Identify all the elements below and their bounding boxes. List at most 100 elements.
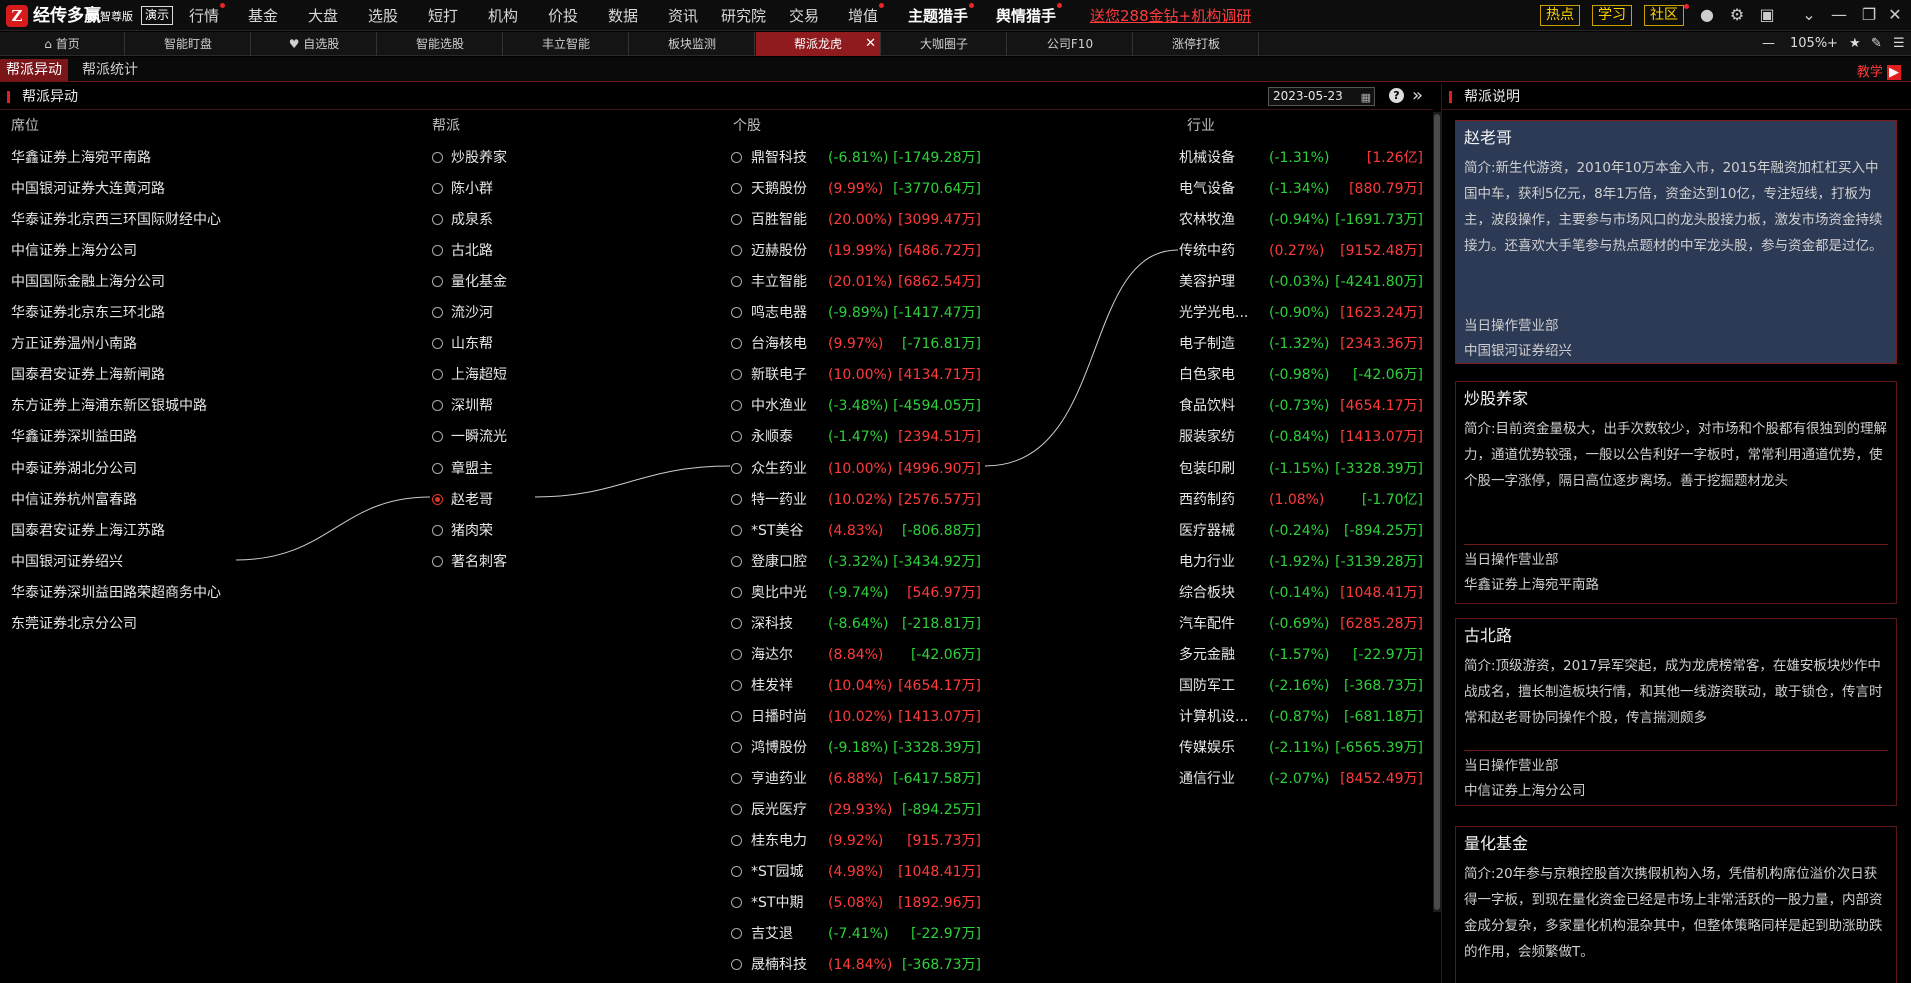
tab-fengli[interactable]: 丰立智能 xyxy=(504,32,629,56)
menu-short-trade[interactable]: 短打 xyxy=(428,5,458,27)
stock-item[interactable]: 登康口腔 (-3.32%) [-3434.92万] xyxy=(731,552,1001,572)
menu-sentiment-hunter[interactable]: 舆情猎手 xyxy=(996,3,1063,27)
chevron-down-icon[interactable]: ⌄ xyxy=(1798,4,1820,26)
seat-item[interactable]: 中国国际金融上海分公司 xyxy=(11,272,165,292)
menu-news[interactable]: 资讯 xyxy=(668,5,698,27)
radio-icon[interactable] xyxy=(731,835,742,847)
subtab-faction-moves[interactable]: 帮派异动 xyxy=(0,59,68,81)
radio-icon[interactable] xyxy=(731,307,742,319)
radio-icon[interactable] xyxy=(432,462,443,474)
stock-item[interactable]: 特一药业 (10.02%) [2576.57万] xyxy=(731,490,1001,510)
seat-item[interactable]: 华泰证券北京东三环北路 xyxy=(11,303,165,323)
restore-icon[interactable]: ❐ xyxy=(1858,4,1880,26)
double-chevron-right-icon[interactable]: » xyxy=(1412,84,1423,108)
faction-card[interactable]: 炒股养家 简介:目前资金量极大，出手次数较少，对市场和个股都有很独到的理解力，通… xyxy=(1455,381,1897,604)
zoom-out-icon[interactable]: — xyxy=(1762,32,1775,56)
date-picker[interactable]: 2023-05-23 ▦ xyxy=(1268,87,1375,106)
radio-icon[interactable] xyxy=(432,555,443,567)
radio-icon[interactable] xyxy=(731,866,742,878)
menu-research[interactable]: 研究院 xyxy=(721,5,766,27)
menu-stock-pick[interactable]: 选股 xyxy=(368,5,398,27)
main-scrollbar[interactable] xyxy=(1433,112,1441,912)
faction-card[interactable]: 赵老哥 简介:新生代游资，2010年10万本金入市，2015年融资加杠杠买入中国… xyxy=(1455,120,1897,364)
stock-item[interactable]: 永顺泰 (-1.47%) [2394.51万] xyxy=(731,427,1001,447)
radio-icon[interactable] xyxy=(432,431,443,443)
menu-data[interactable]: 数据 xyxy=(608,5,638,27)
radio-icon[interactable] xyxy=(432,245,443,257)
faction-item[interactable]: 炒股养家 xyxy=(432,148,507,168)
radio-icon[interactable] xyxy=(731,648,742,660)
promo-link[interactable]: 送您288金钻+机构调研 xyxy=(1090,5,1251,27)
tab-watchlist[interactable]: ♥ 自选股 xyxy=(252,32,377,56)
radio-icon[interactable] xyxy=(731,431,742,443)
radio-icon[interactable] xyxy=(432,493,443,505)
tab-influencer[interactable]: 大咖圈子 xyxy=(882,32,1007,56)
stock-item[interactable]: 新联电子 (10.00%) [4134.71万] xyxy=(731,365,1001,385)
stock-item[interactable]: 亨迪药业 (6.88%) [-6417.58万] xyxy=(731,769,1001,789)
radio-icon[interactable] xyxy=(432,369,443,381)
window-layout-icon[interactable]: ▣ xyxy=(1756,4,1778,26)
radio-icon[interactable] xyxy=(731,152,742,163)
stock-item[interactable]: 丰立智能 (20.01%) [6862.54万] xyxy=(731,272,1001,292)
menu-institution[interactable]: 机构 xyxy=(488,5,518,27)
tab-smart-watch[interactable]: 智能盯盘 xyxy=(126,32,251,56)
tab-home[interactable]: ⌂ 首页 xyxy=(0,32,125,56)
stock-item[interactable]: 鸣志电器 (-9.89%) [-1417.47万] xyxy=(731,303,1001,323)
faction-item[interactable]: 章盟主 xyxy=(432,459,493,479)
stock-item[interactable]: 桂东电力 (9.92%) [915.73万] xyxy=(731,831,1001,851)
menu-value-added[interactable]: 增值 xyxy=(848,3,885,27)
faction-item[interactable]: 流沙河 xyxy=(432,303,493,323)
close-icon[interactable]: ✕ xyxy=(1884,4,1906,26)
tab-sector-monitor[interactable]: 板块监测 xyxy=(630,32,755,56)
faction-item[interactable]: 深圳帮 xyxy=(432,396,493,416)
stock-item[interactable]: 深科技 (-8.64%) [-218.81万] xyxy=(731,614,1001,634)
teach-link[interactable]: 教学 ▶ xyxy=(1857,61,1901,80)
radio-icon[interactable] xyxy=(731,245,742,257)
stock-item[interactable]: 迈赫股份 (19.99%) [6486.72万] xyxy=(731,241,1001,261)
radio-icon[interactable] xyxy=(731,710,742,722)
menu-market[interactable]: 大盘 xyxy=(308,5,338,27)
radio-icon[interactable] xyxy=(731,741,742,753)
tab-f10[interactable]: 公司F10 xyxy=(1008,32,1133,56)
radio-icon[interactable] xyxy=(731,617,742,629)
stock-item[interactable]: 吉艾退 (-7.41%) [-22.97万] xyxy=(731,924,1001,944)
faction-item[interactable]: 上海超短 xyxy=(432,365,507,385)
faction-card[interactable]: 古北路 简介:顶级游资，2017异军突起，成为龙虎榜常客，在雄安板块炒作中战成名… xyxy=(1455,618,1897,806)
stock-item[interactable]: 奥比中光 (-9.74%) [546.97万] xyxy=(731,583,1001,603)
radio-icon[interactable] xyxy=(731,183,742,195)
stock-item[interactable]: 天鹅股份 (9.99%) [-3770.64万] xyxy=(731,179,1001,199)
minimize-icon[interactable]: — xyxy=(1828,4,1850,26)
stock-item[interactable]: 众生药业 (10.00%) [4996.90万] xyxy=(731,459,1001,479)
seat-item[interactable]: 中泰证券湖北分公司 xyxy=(11,459,137,479)
seat-item[interactable]: 华泰证券深圳益田路荣超商务中心 xyxy=(11,583,221,603)
radio-icon[interactable] xyxy=(731,679,742,691)
faction-item[interactable]: 山东帮 xyxy=(432,334,493,354)
pen-icon[interactable]: ✎ xyxy=(1871,32,1882,56)
calendar-icon[interactable]: ▦ xyxy=(1361,89,1371,106)
radio-icon[interactable] xyxy=(731,276,742,288)
seat-item[interactable]: 华鑫证券深圳益田路 xyxy=(11,427,137,447)
radio-icon[interactable] xyxy=(731,804,742,816)
stock-item[interactable]: 台海核电 (9.97%) [-716.81万] xyxy=(731,334,1001,354)
faction-item[interactable]: 赵老哥 xyxy=(432,490,493,510)
stock-item[interactable]: *ST美谷 (4.83%) [-806.88万] xyxy=(731,521,1001,541)
gear-icon[interactable]: ⚙ xyxy=(1726,4,1748,26)
seat-item[interactable]: 东方证券上海浦东新区银城中路 xyxy=(11,396,207,416)
seat-item[interactable]: 方正证券温州小南路 xyxy=(11,334,137,354)
star-icon[interactable]: ★ xyxy=(1849,32,1861,56)
subtab-faction-stats[interactable]: 帮派统计 xyxy=(76,59,144,81)
stock-item[interactable]: 中水渔业 (-3.48%) [-4594.05万] xyxy=(731,396,1001,416)
help-icon[interactable]: ? xyxy=(1389,88,1404,103)
seat-item[interactable]: 中信证券杭州富春路 xyxy=(11,490,137,510)
faction-card[interactable]: 量化基金 简介:20年参与京粮控股首次携假机构入场，凭借机构席位溢价次日获得一字… xyxy=(1455,826,1897,983)
stock-item[interactable]: *ST园城 (4.98%) [1048.41万] xyxy=(731,862,1001,882)
menu-value-invest[interactable]: 价投 xyxy=(548,5,578,27)
list-icon[interactable]: ☰ xyxy=(1893,32,1905,56)
faction-item[interactable]: 量化基金 xyxy=(432,272,507,292)
user-icon[interactable]: ● xyxy=(1696,4,1718,26)
seat-item[interactable]: 中国银河证券大连黄河路 xyxy=(11,179,165,199)
radio-icon[interactable] xyxy=(731,959,742,971)
radio-icon[interactable] xyxy=(731,524,742,536)
faction-item[interactable]: 猪肉荣 xyxy=(432,521,493,541)
seat-item[interactable]: 国泰君安证券上海江苏路 xyxy=(11,521,165,541)
